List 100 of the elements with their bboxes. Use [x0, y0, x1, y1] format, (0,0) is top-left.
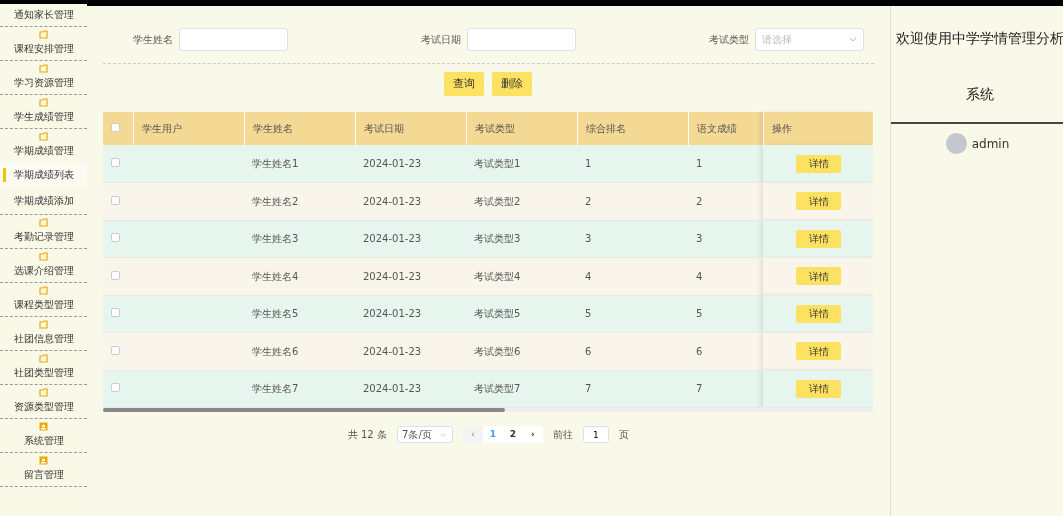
- table-cell: 2: [585, 195, 592, 207]
- column-header: 学生姓名: [252, 123, 293, 134]
- table-cell: 4: [696, 270, 703, 282]
- table-cell: 5: [696, 308, 703, 320]
- table-cell: 3: [585, 233, 592, 245]
- details-button[interactable]: 详情: [796, 304, 841, 323]
- table-cell: 7: [585, 383, 592, 395]
- column-header: 操作: [771, 123, 792, 134]
- table-cell: 2024-01-23: [363, 233, 422, 245]
- menu-item[interactable]: 学习资源管理: [13, 77, 74, 88]
- menu-item[interactable]: 通知家长管理: [13, 9, 74, 20]
- row-checkbox[interactable]: [111, 233, 120, 243]
- chevron-down-icon: [848, 37, 857, 42]
- menu-item[interactable]: 社团信息管理: [13, 333, 74, 344]
- chevron-down-icon: [440, 432, 448, 437]
- folder-icon: [39, 98, 48, 107]
- table-cell: 2024-01-23: [363, 383, 422, 395]
- page-size-select[interactable]: 7条/页: [396, 426, 453, 443]
- delete-button[interactable]: 删除: [492, 72, 533, 96]
- table-cell: 3: [696, 233, 703, 245]
- menu-item[interactable]: 考勤记录管理: [13, 231, 74, 242]
- folder-icon: [39, 64, 48, 73]
- details-button[interactable]: 详情: [796, 192, 841, 211]
- column-header: 考试日期: [363, 123, 404, 134]
- details-button[interactable]: 详情: [796, 229, 841, 248]
- menu-item[interactable]: 课程类型管理: [13, 299, 74, 310]
- table-cell: 学生姓名7: [252, 383, 299, 395]
- details-button[interactable]: 详情: [796, 342, 841, 361]
- table-cell: 4: [585, 270, 592, 282]
- folder-icon: [39, 218, 48, 227]
- menu-item[interactable]: 选课介绍管理: [13, 265, 74, 276]
- row-checkbox[interactable]: [111, 345, 120, 355]
- table-cell: 学生姓名5: [252, 308, 299, 320]
- table-cell: 2024-01-23: [363, 270, 422, 282]
- table-cell: 考试类型4: [474, 270, 521, 282]
- column-header: 语文成绩: [696, 123, 737, 134]
- table-cell: 7: [696, 383, 703, 395]
- details-button[interactable]: 详情: [796, 379, 841, 398]
- table-cell: 2024-01-23: [363, 195, 422, 207]
- total-count: 共 12 条: [347, 428, 387, 442]
- user-card-icon: [39, 422, 48, 431]
- menu-item[interactable]: 社团类型管理: [13, 367, 74, 378]
- row-checkbox[interactable]: [111, 195, 120, 205]
- menu-item[interactable]: 资源类型管理: [13, 401, 74, 412]
- field-label: 学生姓名: [133, 33, 173, 47]
- folder-icon: [39, 286, 48, 295]
- table-cell: 考试类型3: [474, 233, 521, 245]
- table-cell: 6: [585, 345, 592, 357]
- table-cell: 考试类型5: [474, 308, 521, 320]
- select-all-checkbox[interactable]: [111, 123, 120, 132]
- table-cell: 2024-01-23: [363, 308, 422, 320]
- folder-icon: [39, 132, 48, 141]
- table-cell: 1: [696, 158, 703, 169]
- input-field[interactable]: [466, 28, 576, 51]
- row-checkbox[interactable]: [111, 270, 120, 280]
- scrollbar-thumb[interactable]: [103, 408, 505, 412]
- table-cell: 考试类型2: [474, 195, 521, 207]
- folder-icon: [39, 30, 48, 39]
- row-checkbox[interactable]: [111, 383, 120, 393]
- folder-icon: [39, 252, 48, 261]
- details-button[interactable]: 详情: [796, 267, 841, 286]
- username: admin: [971, 135, 1010, 153]
- avatar-icon: [945, 133, 967, 154]
- column-header: 学生用户: [141, 123, 182, 134]
- table-cell: 学生姓名2: [252, 195, 299, 207]
- table-cell: 2024-01-23: [363, 158, 422, 169]
- search-button[interactable]: 查询: [444, 72, 485, 96]
- field-label: 考试日期: [420, 33, 461, 47]
- menu-item[interactable]: 学期成绩管理: [13, 145, 74, 156]
- goto-label: 前往: [552, 428, 573, 442]
- table-cell: 6: [696, 345, 703, 357]
- welcome-title: 欢迎使用中学学情管理分析系统: [894, 29, 1063, 104]
- input-field[interactable]: [179, 28, 288, 51]
- folder-icon: [39, 320, 48, 329]
- menu-item[interactable]: 学生成绩管理: [13, 111, 74, 122]
- menu-item[interactable]: 留言管理: [23, 469, 64, 480]
- folder-icon: [39, 388, 48, 397]
- page-input[interactable]: 1: [582, 426, 609, 443]
- column-header: 考试类型: [474, 123, 515, 134]
- table-cell: 2024-01-23: [363, 345, 422, 357]
- table-cell: 考试类型6: [474, 345, 521, 357]
- menu-item[interactable]: 课程安排管理: [13, 43, 74, 54]
- table-cell: 2: [696, 195, 703, 207]
- page-suffix: 页: [618, 428, 629, 442]
- table-cell: 5: [585, 308, 592, 320]
- row-checkbox[interactable]: [111, 158, 120, 167]
- column-header: 综合排名: [585, 123, 626, 134]
- field-label: 考试类型: [708, 33, 749, 47]
- row-checkbox[interactable]: [111, 308, 120, 318]
- table-cell: 学生姓名4: [252, 270, 299, 282]
- table-cell: 考试类型7: [474, 383, 521, 395]
- folder-icon: [39, 354, 48, 363]
- menu-item[interactable]: 系统管理: [23, 435, 64, 446]
- details-button[interactable]: 详情: [796, 154, 841, 173]
- table-cell: 学生姓名6: [252, 345, 299, 357]
- table-cell: 学生姓名1: [252, 158, 299, 169]
- table-cell: 学生姓名3: [252, 233, 299, 245]
- table-cell: 1: [585, 158, 592, 169]
- submenu-item[interactable]: 学期成绩添加: [0, 188, 87, 214]
- submenu-item[interactable]: 学期成绩列表: [0, 162, 87, 188]
